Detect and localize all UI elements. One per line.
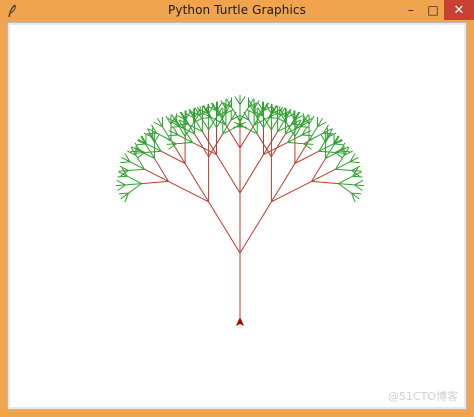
- tree-branch: [239, 201, 272, 254]
- leaf-branch: [166, 143, 177, 145]
- leaf-branch: [294, 111, 301, 121]
- turtle-canvas[interactable]: @51CTO博客: [10, 25, 464, 407]
- leaf-branch: [354, 179, 364, 186]
- leaf-branch: [165, 115, 172, 125]
- fractal-tree: [115, 95, 365, 326]
- leaf-branch: [339, 150, 350, 153]
- leaf-branch: [130, 150, 141, 153]
- tree-branch: [270, 133, 286, 158]
- leaf-branch: [338, 183, 352, 194]
- leaf-branch: [323, 132, 334, 135]
- turtle-cursor-icon: [236, 317, 244, 326]
- leaf-branch: [351, 165, 361, 171]
- title-bar[interactable]: Python Turtle Graphics – □ ✕: [0, 0, 474, 22]
- tree-branch: [311, 180, 339, 185]
- leaf-branch: [128, 183, 142, 194]
- leaf-branch: [338, 183, 355, 186]
- leaf-branch: [352, 175, 363, 178]
- leaf-branch: [167, 138, 177, 145]
- leaf-branch: [308, 115, 315, 125]
- leaf-branch: [144, 150, 162, 153]
- turtle-window: Python Turtle Graphics – □ ✕ @51CTO博客: [0, 0, 474, 417]
- leaf-branch: [170, 126, 181, 128]
- leaf-branch: [201, 117, 212, 119]
- leaf-branch: [318, 150, 336, 153]
- leaf-branch: [176, 141, 193, 145]
- client-area: @51CTO博客: [7, 22, 467, 410]
- tree-branch: [208, 201, 241, 254]
- leaf-branch: [115, 184, 126, 187]
- leaf-branch: [263, 113, 273, 128]
- tree-branch: [141, 180, 169, 185]
- leaf-branch: [168, 134, 179, 137]
- close-button[interactable]: ✕: [444, 0, 474, 20]
- leaf-branch: [119, 165, 129, 171]
- leaf-branch: [125, 183, 142, 186]
- tree-branch: [216, 154, 241, 194]
- leaf-branch: [287, 141, 304, 145]
- leaf-branch: [118, 170, 129, 172]
- leaf-branch: [117, 175, 128, 178]
- leaf-branch: [146, 132, 157, 135]
- leaf-branch: [320, 133, 327, 143]
- leaf-branch: [338, 175, 354, 185]
- leaf-branch: [126, 175, 142, 185]
- leaf-branch: [128, 168, 145, 171]
- leaf-branch: [116, 179, 126, 186]
- leaf-branch: [148, 133, 155, 143]
- leaf-branch: [120, 161, 131, 164]
- leaf-branch: [234, 96, 241, 106]
- watermark: @51CTO博客: [387, 390, 458, 403]
- maximize-button[interactable]: □: [420, 0, 446, 20]
- leaf-branch: [178, 123, 188, 126]
- leaf-branch: [207, 113, 217, 128]
- tree-branch: [239, 154, 264, 194]
- leaf-branch: [301, 134, 312, 137]
- tree-branch: [194, 133, 210, 158]
- leaf-branch: [239, 96, 246, 106]
- leaf-branch: [325, 133, 332, 143]
- leaf-branch: [349, 161, 360, 164]
- leaf-branch: [335, 168, 352, 171]
